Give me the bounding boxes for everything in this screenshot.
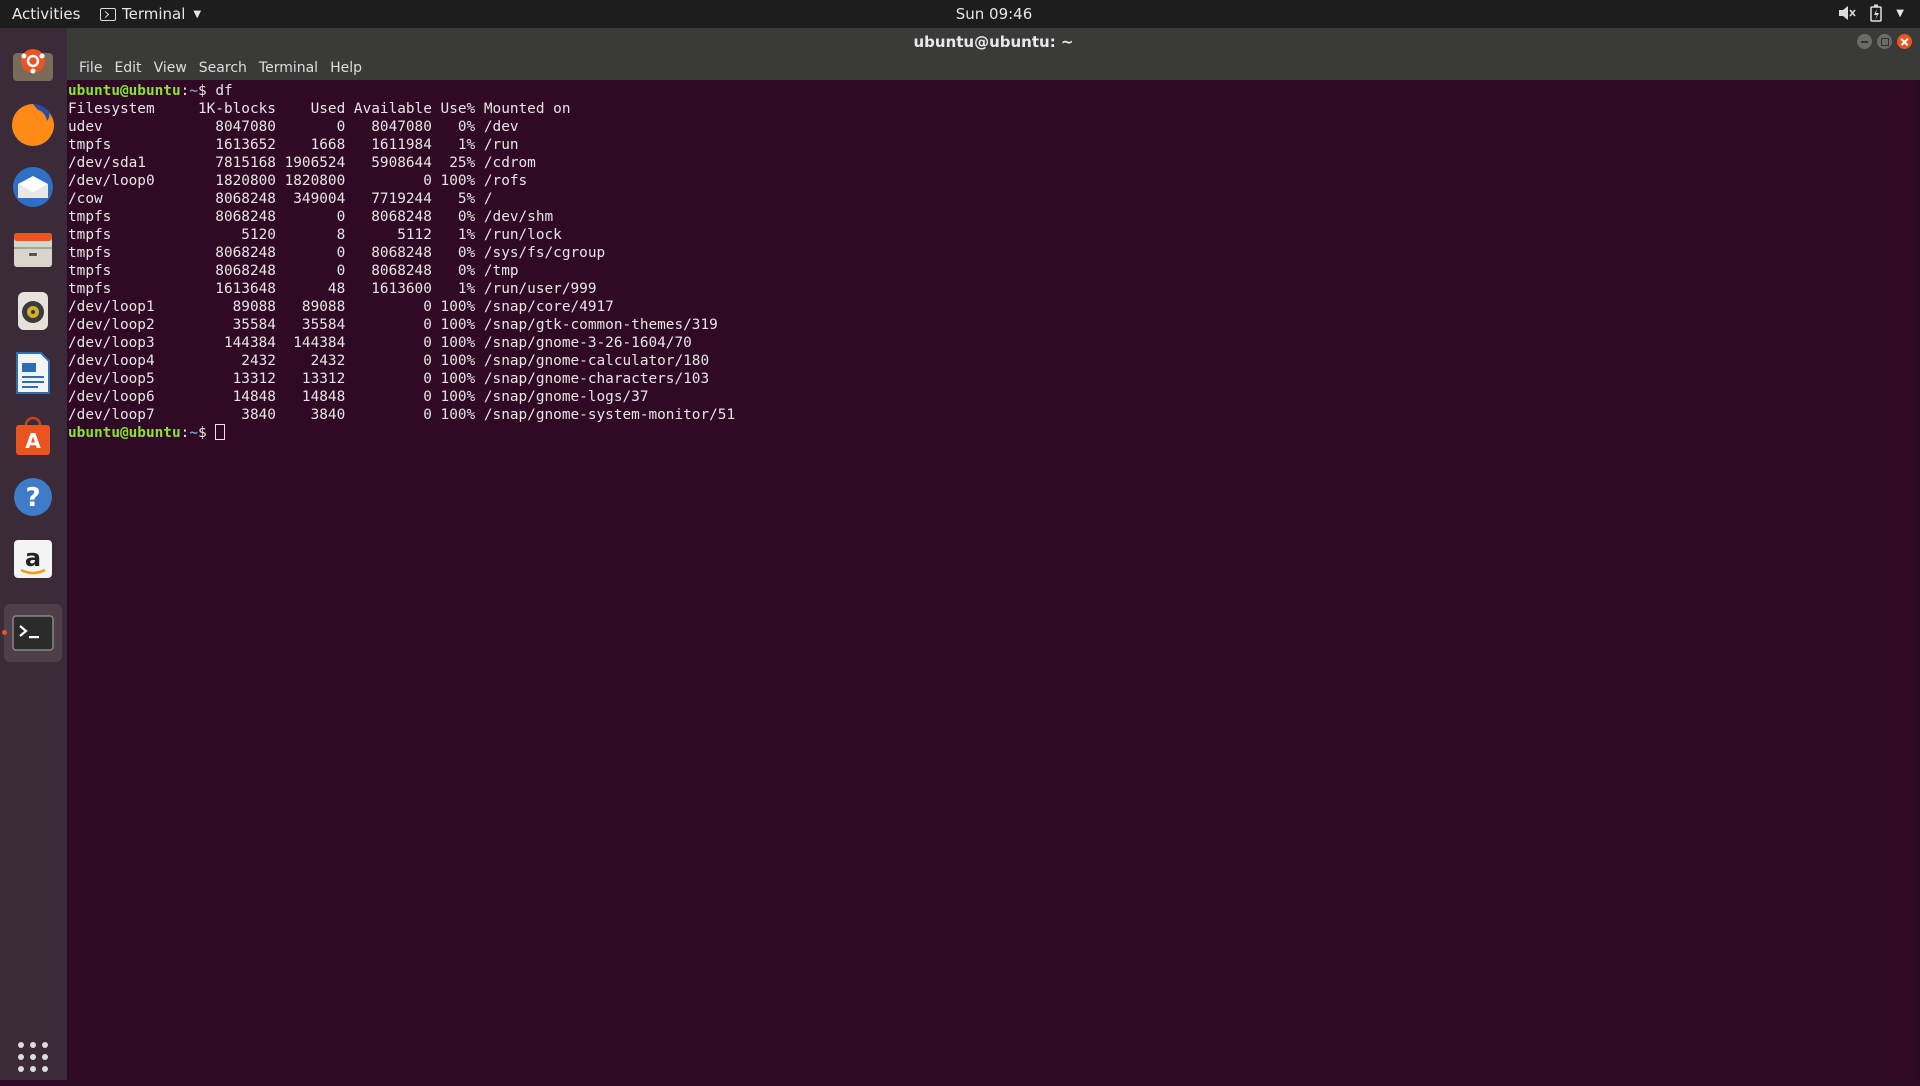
output-row: tmpfs 8068248 0 8068248 0% /tmp bbox=[68, 263, 519, 279]
app-grid-icon bbox=[18, 1042, 48, 1072]
output-row: /dev/loop6 14848 14848 0 100% /snap/gnom… bbox=[68, 389, 649, 405]
output-row: tmpfs 1613652 1668 1611984 1% /run bbox=[68, 137, 519, 153]
menu-terminal[interactable]: Terminal bbox=[253, 60, 324, 76]
dock: A ? a bbox=[0, 28, 67, 1080]
window-controls bbox=[1857, 34, 1912, 49]
output-row: tmpfs 8068248 0 8068248 0% /dev/shm bbox=[68, 209, 554, 225]
activities-button[interactable]: Activities bbox=[12, 5, 80, 23]
svg-text:a: a bbox=[25, 544, 41, 572]
terminal-icon bbox=[12, 615, 54, 651]
dock-item-writer[interactable] bbox=[4, 344, 62, 402]
command-line: ubuntu@ubuntu:~$ df bbox=[68, 82, 1915, 100]
output-row: tmpfs 5120 8 5112 1% /run/lock bbox=[68, 227, 562, 243]
prompt-separator: : bbox=[180, 83, 190, 99]
prompt-dollar: $ bbox=[197, 83, 207, 99]
menu-edit[interactable]: Edit bbox=[108, 60, 147, 76]
dock-item-thunderbird[interactable] bbox=[4, 158, 62, 216]
output-row: udev 8047080 0 8047080 0% /dev bbox=[68, 119, 519, 135]
prompt-directory: ~ bbox=[189, 83, 198, 99]
maximize-button[interactable] bbox=[1877, 34, 1892, 49]
dock-item-rhythmbox[interactable] bbox=[4, 282, 62, 340]
files-icon bbox=[14, 233, 52, 267]
menu-bar: File Edit View Search Terminal Help bbox=[67, 56, 1920, 80]
dock-item-amazon[interactable]: a bbox=[4, 530, 62, 588]
system-menu-caret-icon: ▼ bbox=[1896, 7, 1904, 19]
dock-item-installer[interactable] bbox=[4, 34, 62, 92]
system-tray[interactable]: ▼ bbox=[1838, 4, 1904, 22]
output-row: /dev/loop3 144384 144384 0 100% /snap/gn… bbox=[68, 335, 692, 351]
command-text: df bbox=[206, 83, 233, 99]
output-row: /dev/loop1 89088 89088 0 100% /snap/core… bbox=[68, 299, 614, 315]
close-button[interactable] bbox=[1897, 34, 1912, 49]
output-row: /dev/loop4 2432 2432 0 100% /snap/gnome-… bbox=[68, 353, 710, 369]
amazon-icon: a bbox=[14, 540, 52, 578]
firefox-icon bbox=[12, 104, 54, 146]
output-row: /cow 8068248 349004 7719244 5% / bbox=[68, 191, 493, 207]
text-cursor bbox=[215, 424, 226, 440]
dock-item-terminal[interactable] bbox=[2, 604, 62, 662]
window-title: ubuntu@ubuntu: ~ bbox=[913, 33, 1074, 51]
dock-item-help[interactable]: ? bbox=[4, 468, 62, 526]
battery-icon bbox=[1870, 4, 1883, 22]
minimize-button[interactable] bbox=[1857, 34, 1872, 49]
top-bar: Activities Terminal ▼ Sun 09:46 ▼ bbox=[0, 0, 1920, 28]
output-row: /dev/sda1 7815168 1906524 5908644 25% /c… bbox=[68, 155, 536, 171]
output-row: /dev/loop5 13312 13312 0 100% /snap/gnom… bbox=[68, 371, 710, 387]
menu-file[interactable]: File bbox=[73, 60, 108, 76]
output-header: Filesystem 1K-blocks Used Available Use%… bbox=[68, 101, 571, 117]
dock-item-software[interactable]: A bbox=[4, 406, 62, 464]
output-row: tmpfs 1613648 48 1613600 1% /run/user/99… bbox=[68, 281, 597, 297]
prompt-directory: ~ bbox=[189, 425, 198, 441]
volume-muted-icon bbox=[1839, 6, 1856, 20]
active-prompt-line: ubuntu@ubuntu:~$ bbox=[68, 424, 1915, 442]
svg-text:?: ? bbox=[25, 483, 40, 513]
ubuntu-installer-icon bbox=[13, 49, 53, 81]
thunderbird-icon bbox=[13, 167, 53, 207]
terminal-output[interactable]: ubuntu@ubuntu:~$ df Filesystem 1K-blocks … bbox=[67, 80, 1915, 1080]
software-center-icon: A bbox=[16, 416, 50, 455]
svg-text:A: A bbox=[25, 429, 41, 453]
clock[interactable]: Sun 09:46 bbox=[0, 5, 1920, 23]
libreoffice-writer-icon bbox=[16, 352, 50, 394]
terminal-app-icon bbox=[100, 7, 116, 21]
dock-item-files[interactable] bbox=[4, 220, 62, 278]
prompt-user: ubuntu@ubuntu bbox=[68, 425, 181, 441]
menu-help[interactable]: Help bbox=[324, 60, 368, 76]
rhythmbox-icon bbox=[18, 292, 48, 330]
window-titlebar[interactable]: ubuntu@ubuntu: ~ bbox=[67, 28, 1920, 56]
dock-item-firefox[interactable] bbox=[4, 96, 62, 154]
menu-search[interactable]: Search bbox=[193, 60, 253, 76]
app-menu[interactable]: Terminal ▼ bbox=[100, 5, 201, 23]
output-row: /dev/loop7 3840 3840 0 100% /snap/gnome-… bbox=[68, 407, 736, 423]
prompt-dollar: $ bbox=[197, 425, 207, 441]
output-row: /dev/loop0 1820800 1820800 0 100% /rofs bbox=[68, 173, 528, 189]
output-row: /dev/loop2 35584 35584 0 100% /snap/gtk-… bbox=[68, 317, 718, 333]
terminal-scrollbar[interactable] bbox=[1915, 80, 1920, 1080]
app-menu-label: Terminal bbox=[122, 5, 186, 23]
prompt-user: ubuntu@ubuntu bbox=[68, 83, 181, 99]
output-row: tmpfs 8068248 0 8068248 0% /sys/fs/cgrou… bbox=[68, 245, 606, 261]
menu-view[interactable]: View bbox=[148, 60, 193, 76]
show-applications-button[interactable] bbox=[4, 1028, 62, 1086]
caret-down-icon: ▼ bbox=[193, 8, 202, 20]
running-indicator bbox=[2, 630, 7, 635]
help-icon: ? bbox=[14, 478, 52, 516]
prompt-separator: : bbox=[180, 425, 190, 441]
